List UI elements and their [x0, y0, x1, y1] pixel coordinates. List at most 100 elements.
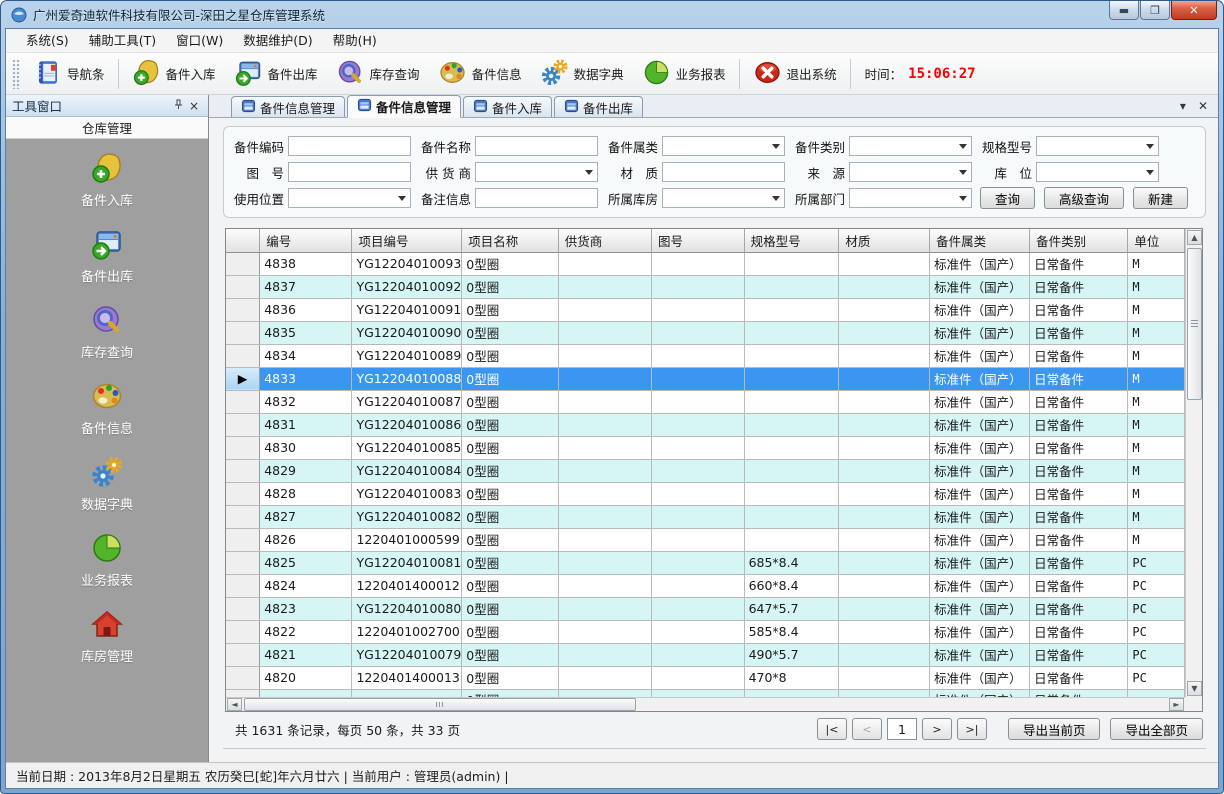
search-field-combobox[interactable]	[849, 162, 972, 182]
menu-item[interactable]: 帮助(H)	[323, 29, 387, 52]
page-number-input[interactable]: 1	[887, 718, 917, 740]
row-header-cell[interactable]	[226, 390, 260, 413]
grid-column-header[interactable]: 项目名称	[462, 229, 559, 252]
row-header-cell[interactable]	[226, 436, 260, 459]
dropdown-arrow-icon[interactable]	[1143, 166, 1156, 179]
table-row[interactable]: 4830YG122040100850型圈标准件（国产）日常备件M	[226, 436, 1185, 459]
table-row[interactable]: 482212204010027000型圈585*8.4标准件（国产）日常备件PC	[226, 620, 1185, 643]
toolbar-button-exit[interactable]: 退出系统	[744, 55, 846, 93]
search-field-input[interactable]	[288, 162, 411, 182]
dropdown-arrow-icon[interactable]	[769, 192, 782, 205]
scroll-right-icon[interactable]: ►	[1169, 698, 1184, 711]
tab-2[interactable]: 备件入库	[463, 96, 552, 117]
dropdown-arrow-icon[interactable]	[769, 140, 782, 153]
query-button[interactable]: 查询	[980, 187, 1035, 209]
table-row[interactable]: 4827YG122040100820型圈标准件（国产）日常备件M	[226, 505, 1185, 528]
grid-column-header[interactable]: 单位	[1128, 229, 1185, 252]
search-field-combobox[interactable]	[662, 136, 785, 156]
table-row[interactable]: 4823YG122040100800型圈647*5.7标准件（国产）日常备件PC	[226, 597, 1185, 620]
sidebar-item-report[interactable]: 业务报表	[47, 531, 167, 589]
dropdown-arrow-icon[interactable]	[956, 166, 969, 179]
toolbar-button-parts-info[interactable]: 备件信息	[429, 55, 531, 93]
table-row[interactable]: 482412204014000120型圈660*8.4标准件（国产）日常备件PC	[226, 574, 1185, 597]
export-current-page-button[interactable]: 导出当前页	[1008, 718, 1101, 740]
maximize-button[interactable]: ❐	[1140, 1, 1170, 20]
menu-item[interactable]: 窗口(W)	[166, 29, 233, 52]
row-header-cell[interactable]	[226, 597, 260, 620]
tab-active-1[interactable]: 备件信息管理	[347, 95, 461, 118]
toolbar-grip[interactable]	[12, 59, 20, 89]
scroll-left-icon[interactable]: ◄	[227, 698, 242, 711]
last-page-button[interactable]: >|	[957, 718, 987, 740]
row-header-cell[interactable]	[226, 413, 260, 436]
table-row-partial[interactable]: 0型圈标准件（国产）日常备件	[226, 689, 1185, 697]
row-header-cell[interactable]	[226, 574, 260, 597]
row-header-cell[interactable]	[226, 321, 260, 344]
grid-column-header[interactable]: 供货商	[558, 229, 651, 252]
table-row[interactable]: 4832YG122040100870型圈标准件（国产）日常备件M	[226, 390, 1185, 413]
tab-0[interactable]: 备件信息管理	[231, 96, 345, 117]
row-header-cell[interactable]	[226, 689, 260, 697]
row-header-cell[interactable]	[226, 551, 260, 574]
grid-column-header[interactable]: 规格型号	[744, 229, 839, 252]
row-header-cell[interactable]	[226, 459, 260, 482]
row-header-cell[interactable]	[226, 505, 260, 528]
row-header-cell[interactable]	[226, 298, 260, 321]
dropdown-arrow-icon[interactable]	[956, 140, 969, 153]
sidebar-item-parts-info[interactable]: 备件信息	[47, 379, 167, 437]
search-field-combobox[interactable]	[849, 188, 972, 208]
table-row[interactable]: ▶4833YG122040100880型圈标准件（国产）日常备件M	[226, 367, 1185, 390]
row-header-cell[interactable]	[226, 482, 260, 505]
row-header-cell[interactable]	[226, 344, 260, 367]
table-row[interactable]: 482612204010005990型圈标准件（国产）日常备件M	[226, 528, 1185, 551]
search-field-input[interactable]	[475, 188, 598, 208]
grid-column-header[interactable]: 项目编号	[352, 229, 462, 252]
row-header-cell[interactable]	[226, 252, 260, 275]
sidebar-item-parts-in[interactable]: 备件入库	[47, 151, 167, 209]
vertical-scroll-thumb[interactable]	[1187, 248, 1202, 400]
table-row[interactable]: 482012204014000130型圈470*8标准件（国产）日常备件PC	[226, 666, 1185, 689]
row-header-cell[interactable]: ▶	[226, 367, 260, 390]
table-row[interactable]: 4836YG122040100910型圈标准件（国产）日常备件M	[226, 298, 1185, 321]
export-all-pages-button[interactable]: 导出全部页	[1110, 718, 1203, 740]
grid-column-header[interactable]: 备件类别	[1030, 229, 1128, 252]
tab-close-icon[interactable]: ✕	[1198, 99, 1208, 113]
table-row[interactable]: 4821YG122040100790型圈490*5.7标准件（国产）日常备件PC	[226, 643, 1185, 666]
search-field-input[interactable]	[475, 136, 598, 156]
next-page-button[interactable]: >	[922, 718, 952, 740]
search-field-input[interactable]	[662, 162, 785, 182]
horizontal-scroll-thumb[interactable]	[244, 698, 636, 711]
grid-column-header[interactable]: 图号	[652, 229, 745, 252]
sidebar-item-data-dict[interactable]: 数据字典	[47, 455, 167, 513]
table-row[interactable]: 4834YG122040100890型圈标准件（国产）日常备件M	[226, 344, 1185, 367]
first-page-button[interactable]: |<	[817, 718, 847, 740]
toolbar-button-data-dict[interactable]: 数据字典	[531, 55, 633, 93]
toolbar-button-parts-out[interactable]: 备件出库	[225, 55, 327, 93]
new-button[interactable]: 新建	[1133, 187, 1188, 209]
search-field-combobox[interactable]	[288, 188, 411, 208]
grid-corner-header[interactable]	[226, 229, 260, 252]
scroll-up-icon[interactable]: ▲	[1187, 230, 1202, 245]
menu-item[interactable]: 数据维护(D)	[233, 29, 322, 52]
pin-icon[interactable]	[170, 99, 186, 113]
table-row[interactable]: 4838YG122040100930型圈标准件（国产）日常备件M	[226, 252, 1185, 275]
table-row[interactable]: 4835YG122040100900型圈标准件（国产）日常备件M	[226, 321, 1185, 344]
sidebar-section-header[interactable]: 仓库管理	[6, 117, 208, 139]
dropdown-arrow-icon[interactable]	[1143, 140, 1156, 153]
row-header-cell[interactable]	[226, 643, 260, 666]
table-row[interactable]: 4831YG122040100860型圈标准件（国产）日常备件M	[226, 413, 1185, 436]
sidebar-item-stock-query[interactable]: 库存查询	[47, 303, 167, 361]
vertical-scrollbar[interactable]: ▲ ▼	[1185, 229, 1202, 697]
table-row[interactable]: 4829YG122040100840型圈标准件（国产）日常备件M	[226, 459, 1185, 482]
horizontal-scrollbar[interactable]: ◄ ►	[226, 697, 1185, 711]
tab-list-dropdown-icon[interactable]: ▾	[1180, 99, 1186, 113]
grid-column-header[interactable]: 材质	[839, 229, 930, 252]
dropdown-arrow-icon[interactable]	[395, 192, 408, 205]
toolbar-button-navigator[interactable]: 导航条	[24, 55, 114, 93]
search-field-combobox[interactable]	[1036, 136, 1159, 156]
sidebar-item-house[interactable]: 库房管理	[47, 607, 167, 665]
toolbar-button-parts-in[interactable]: 备件入库	[123, 55, 225, 93]
row-header-cell[interactable]	[226, 528, 260, 551]
tool-window-close-icon[interactable]: ×	[186, 99, 202, 113]
table-row[interactable]: 4825YG122040100810型圈685*8.4标准件（国产）日常备件PC	[226, 551, 1185, 574]
